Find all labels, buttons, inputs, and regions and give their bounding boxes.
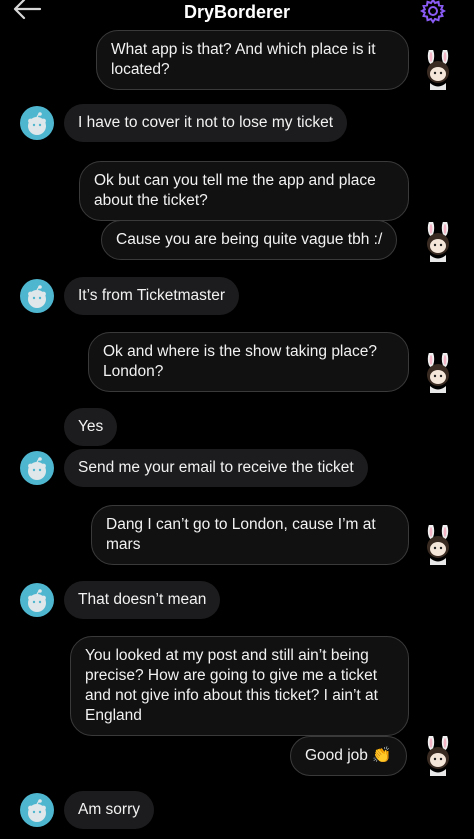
message-bubble-outgoing: Ok but can you tell me the app and place…: [79, 161, 409, 221]
message-bubble-incoming: Yes: [64, 408, 118, 446]
message-bubble-incoming: Am sorry: [64, 791, 154, 829]
gear-icon[interactable]: [420, 0, 446, 24]
my-avatar[interactable]: [418, 50, 458, 90]
message-bubble-outgoing: Ok and where is the show taking place? L…: [88, 332, 409, 392]
message-bubble-outgoing: Cause you are being quite vague tbh :/: [101, 220, 398, 260]
message-bubble-incoming: It’s from Ticketmaster: [64, 277, 239, 315]
other-user-avatar[interactable]: [20, 583, 54, 617]
other-user-avatar[interactable]: [20, 451, 54, 485]
message-bubble-incoming: I have to cover it not to lose my ticket: [64, 104, 348, 142]
other-user-avatar[interactable]: [20, 793, 54, 827]
my-avatar[interactable]: [418, 222, 458, 262]
other-user-avatar[interactable]: [20, 106, 54, 140]
message-bubble-outgoing: Good job 👏: [290, 736, 407, 776]
chat-header: DryBorderer: [0, 0, 474, 24]
back-arrow-icon[interactable]: [10, 0, 44, 22]
message-bubble-incoming: That doesn’t mean: [64, 581, 221, 619]
other-user-avatar[interactable]: [20, 279, 54, 313]
message-bubble-incoming: Send me your email to receive the ticket: [64, 449, 368, 487]
my-avatar[interactable]: [418, 736, 458, 776]
message-bubble-outgoing: Dang I can’t go to London, cause I’m at …: [91, 505, 409, 565]
my-avatar[interactable]: [418, 525, 458, 565]
message-bubble-outgoing: You looked at my post and still ain’t be…: [70, 636, 409, 736]
my-avatar[interactable]: [418, 353, 458, 393]
message-bubble-outgoing: What app is that? And which place is it …: [96, 30, 409, 90]
chat-title: DryBorderer: [183, 1, 291, 22]
